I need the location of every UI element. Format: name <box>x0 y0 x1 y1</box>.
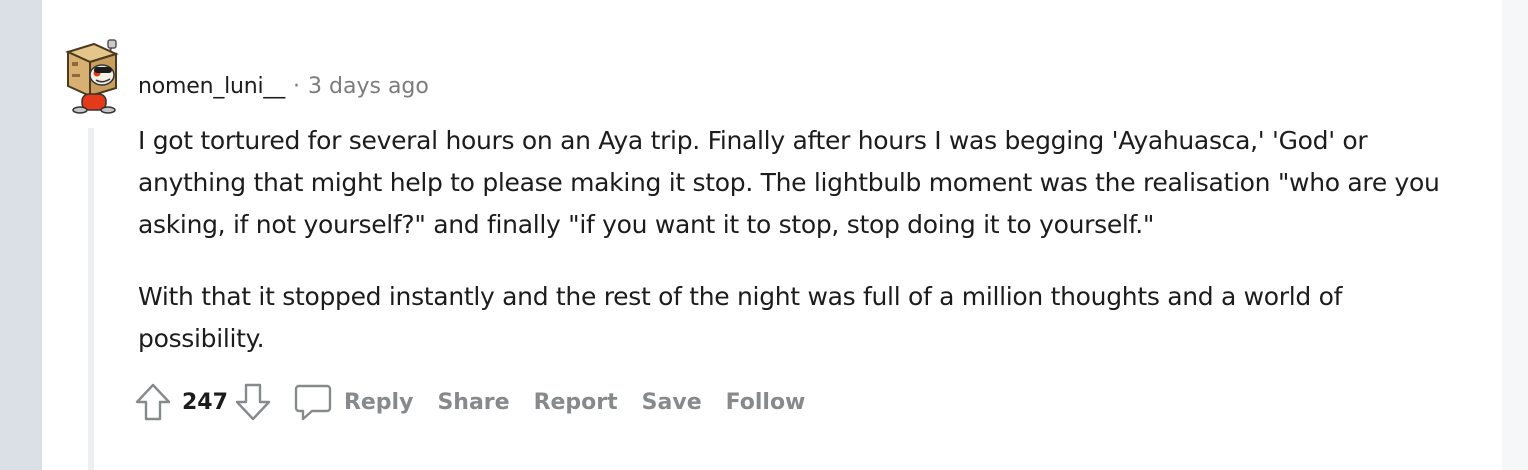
comment-paragraph: With that it stopped instantly and the r… <box>138 282 1343 353</box>
avatar[interactable] <box>60 38 124 114</box>
arrow-down-icon <box>235 383 271 421</box>
upvote-button[interactable] <box>134 380 172 424</box>
comment-bubble-icon <box>294 384 332 421</box>
comment-action-bar: 247 Reply Share Report Save Follow <box>134 380 805 424</box>
snoo-avatar-icon <box>65 39 119 114</box>
meta-separator: · <box>293 73 301 99</box>
page-edge <box>1502 0 1528 470</box>
arrow-up-icon <box>135 383 171 421</box>
follow-button[interactable]: Follow <box>726 390 806 415</box>
save-button[interactable]: Save <box>642 390 702 415</box>
share-button[interactable]: Share <box>437 390 509 415</box>
comment-timestamp[interactable]: 3 days ago <box>308 74 429 99</box>
vote-score: 247 <box>182 389 228 415</box>
username-link[interactable]: nomen_luni__ <box>138 74 285 99</box>
comment-paragraph: I got tortured for several hours on an A… <box>138 126 1440 239</box>
report-button[interactable]: Report <box>534 390 618 415</box>
downvote-button[interactable] <box>234 380 272 424</box>
reply-button[interactable]: Reply <box>294 383 414 421</box>
comment-body: I got tortured for several hours on an A… <box>138 120 1448 360</box>
reply-label: Reply <box>343 389 414 415</box>
thread-collapse-line[interactable] <box>88 128 94 470</box>
comment-meta: nomen_luni__ · 3 days ago <box>138 70 429 102</box>
